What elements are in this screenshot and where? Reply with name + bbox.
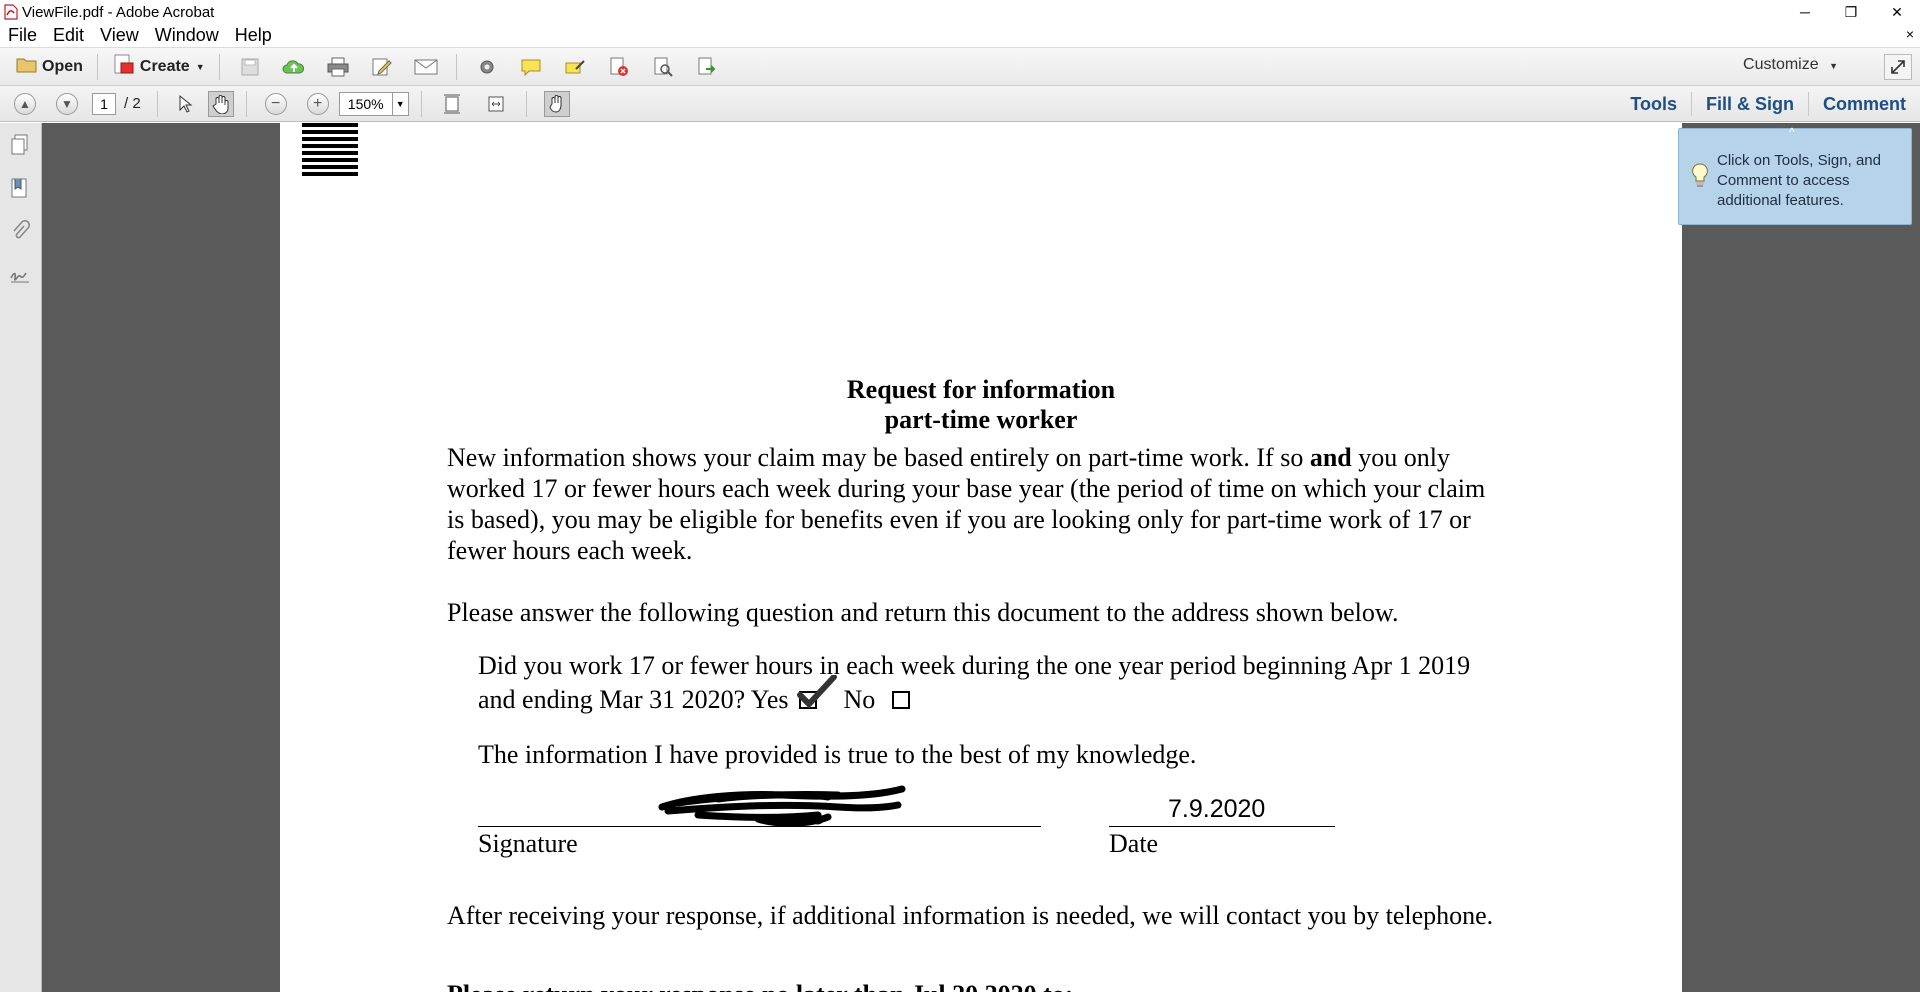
- zoom-select[interactable]: 150% ▼: [338, 91, 409, 116]
- date-value: 7.9.2020: [1168, 795, 1266, 823]
- date-line: [1109, 826, 1335, 827]
- followup-paragraph: After receiving your response, if additi…: [447, 901, 1494, 930]
- zoom-value: 150%: [347, 95, 384, 112]
- zoom-in-icon[interactable]: +: [306, 92, 329, 115]
- previous-page-icon[interactable]: ▲: [14, 92, 36, 115]
- fit-page-icon[interactable]: [439, 91, 465, 117]
- signature-scribble: [658, 785, 906, 827]
- lightbulb-icon: [1691, 163, 1709, 193]
- delete-pages-icon[interactable]: [606, 54, 632, 80]
- hand-tool-icon[interactable]: [207, 90, 234, 117]
- menu-help[interactable]: Help: [227, 25, 280, 46]
- search-document-icon[interactable]: [650, 54, 676, 80]
- intro-text-b: you only: [1351, 443, 1450, 472]
- menu-file[interactable]: File: [0, 25, 45, 46]
- page-thumbnails-icon[interactable]: [8, 133, 32, 157]
- separator: [96, 53, 98, 80]
- highlight-icon[interactable]: [562, 54, 588, 80]
- chevron-down-icon: ▼: [391, 92, 408, 115]
- customize-label: Customize: [1743, 56, 1819, 73]
- document-viewport[interactable]: Request for information part-time worker…: [42, 123, 1920, 992]
- zoom-out-icon[interactable]: −: [264, 92, 287, 115]
- intro-line-3: is based), you may be eligible for benef…: [447, 505, 1471, 534]
- pdf-page: Request for information part-time worker…: [280, 123, 1682, 992]
- select-cursor-icon[interactable]: [172, 91, 198, 117]
- intro-text-a: New information shows your claim may be …: [447, 443, 1310, 472]
- cloud-upload-icon[interactable]: [281, 54, 307, 80]
- signatures-icon[interactable]: [8, 262, 32, 286]
- return-deadline: Please return your response no later tha…: [447, 979, 1073, 992]
- minimize-button[interactable]: ─: [1782, 0, 1828, 24]
- separator: [455, 53, 457, 80]
- title-bar: ViewFile.pdf - Adobe Acrobat ─ ❐ ✕: [0, 0, 1920, 24]
- document-title-line2: part-time worker: [884, 405, 1078, 434]
- navigation-pane: [0, 123, 42, 992]
- bookmark-icon[interactable]: [8, 176, 32, 200]
- intro-line-4: fewer hours each week.: [447, 536, 693, 565]
- intro-paragraph: New information shows your claim may be …: [447, 442, 1577, 566]
- expand-icon[interactable]: [1884, 54, 1912, 80]
- date-label: Date: [1109, 829, 1159, 858]
- menu-edit[interactable]: Edit: [45, 25, 92, 46]
- customize-button[interactable]: Customize ▼: [1743, 56, 1838, 74]
- signature-line: [478, 826, 1041, 827]
- window-title: ViewFile.pdf - Adobe Acrobat: [22, 3, 215, 21]
- chevron-down-icon: ▼: [195, 61, 205, 72]
- gear-icon[interactable]: [474, 54, 500, 80]
- instruction-paragraph: Please answer the following question and…: [447, 598, 1399, 627]
- barcode: [302, 123, 358, 185]
- separator: [525, 90, 527, 117]
- question-block: Did you work 17 or fewer hours in each w…: [478, 650, 1588, 715]
- menu-bar: File Edit View Window Help ×: [0, 24, 1920, 48]
- separator: [420, 90, 422, 117]
- close-document-button[interactable]: ×: [1906, 26, 1914, 42]
- main-toolbar: Open Create ▼ Customize ▼: [0, 48, 1920, 86]
- create-label: Create: [139, 57, 190, 75]
- question-line-1: Did you work 17 or fewer hours in each w…: [478, 651, 1471, 680]
- tab-comment[interactable]: Comment: [1807, 92, 1920, 116]
- tooltip-text: Click on Tools, Sign, and Comment to acc…: [1717, 152, 1881, 209]
- fit-width-icon[interactable]: [483, 91, 509, 117]
- email-icon[interactable]: [413, 54, 439, 80]
- document-title-line1: Request for information: [846, 375, 1116, 404]
- print-icon[interactable]: [325, 54, 351, 80]
- close-window-button[interactable]: ✕: [1874, 0, 1920, 24]
- export-document-icon[interactable]: [694, 54, 720, 80]
- yes-checkbox[interactable]: [797, 675, 838, 709]
- page-number-input[interactable]: 1: [92, 92, 116, 115]
- tools-hint-tooltip[interactable]: ^ Click on Tools, Sign, and Comment to a…: [1678, 125, 1912, 225]
- save-icon[interactable]: [237, 54, 263, 80]
- read-mode-icon[interactable]: [543, 90, 570, 117]
- folder-icon: [16, 55, 38, 78]
- create-button[interactable]: Create ▼: [106, 53, 211, 81]
- question-line-2: and ending Mar 31 2020? Yes: [478, 685, 789, 714]
- open-button[interactable]: Open: [10, 53, 89, 81]
- restore-button[interactable]: ❐: [1828, 0, 1874, 24]
- intro-text-bold: and: [1309, 443, 1352, 472]
- menu-window[interactable]: Window: [147, 25, 227, 46]
- tab-fill-sign[interactable]: Fill & Sign: [1690, 92, 1808, 116]
- attachment-icon[interactable]: [8, 219, 32, 243]
- comment-icon[interactable]: [518, 54, 544, 80]
- menu-view[interactable]: View: [92, 25, 147, 46]
- separator: [218, 53, 220, 80]
- collapse-caret-icon[interactable]: ^: [1789, 125, 1795, 139]
- next-page-icon[interactable]: ▼: [56, 92, 78, 115]
- navigation-toolbar: ▲ ▼ 1 / 2 − + 150% ▼ Tools Fill & Sign C…: [0, 86, 1920, 122]
- chevron-down-icon: ▼: [1829, 61, 1838, 71]
- signature-label: Signature: [478, 829, 578, 858]
- intro-line-2: worked 17 or fewer hours each week durin…: [447, 474, 1486, 503]
- no-label: No: [843, 685, 876, 714]
- edit-document-icon[interactable]: [369, 54, 395, 80]
- attestation-text: The information I have provided is true …: [478, 740, 1197, 769]
- page-total: / 2: [124, 95, 141, 112]
- separator: [156, 90, 158, 117]
- no-checkbox[interactable]: [891, 691, 910, 709]
- separator: [245, 90, 247, 117]
- open-label: Open: [42, 57, 83, 75]
- tab-tools[interactable]: Tools: [1616, 92, 1691, 116]
- create-pdf-icon: [112, 53, 134, 80]
- pdf-file-icon: [4, 4, 18, 20]
